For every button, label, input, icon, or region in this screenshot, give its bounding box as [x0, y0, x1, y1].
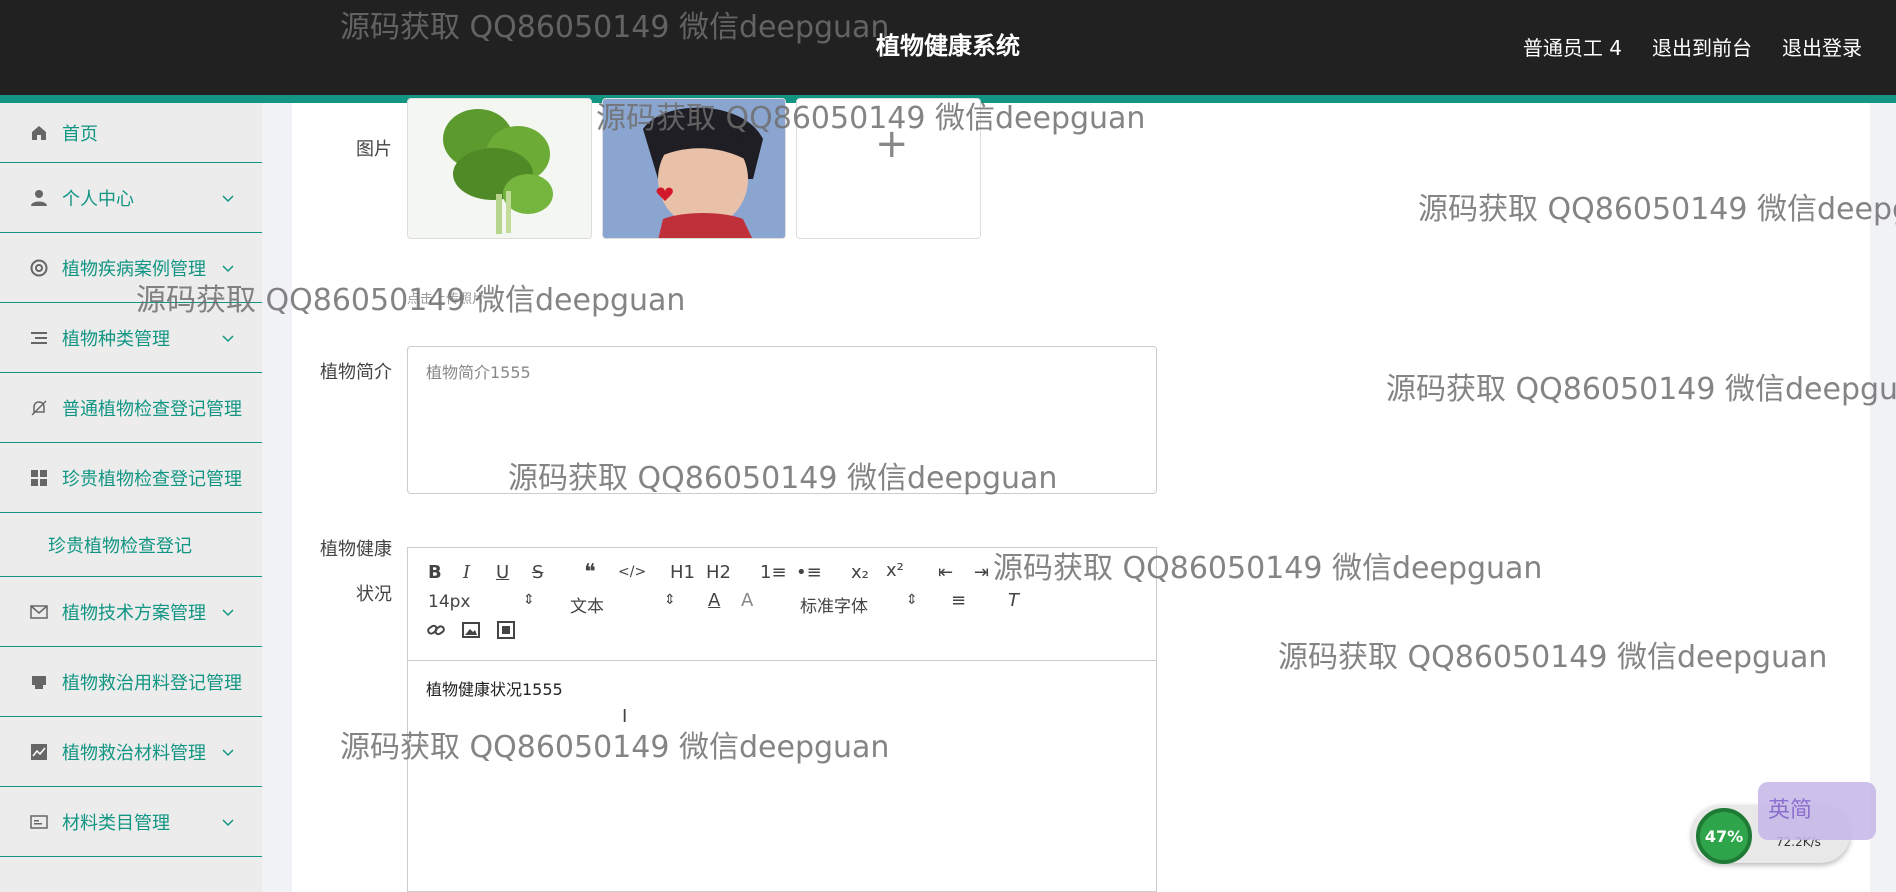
sidebar-item-home[interactable]: 首页	[0, 103, 262, 163]
h2-button[interactable]: H2	[706, 562, 731, 583]
logout-link[interactable]: 退出登录	[1782, 32, 1862, 61]
sidebar-item-label: 植物救治用料登记管理	[62, 672, 242, 694]
background-color-icon[interactable]: A	[741, 590, 753, 611]
printer-icon	[28, 671, 50, 693]
sidebar-item-tech-plan[interactable]: 植物技术方案管理	[0, 577, 262, 647]
sidebar-item-disease-cases[interactable]: 植物疾病案例管理	[0, 233, 262, 303]
sidebar-item-label: 植物种类管理	[62, 328, 170, 350]
home-icon	[28, 122, 50, 144]
font-family-select[interactable]: 标准字体	[800, 592, 868, 617]
outdent-button[interactable]: ⇤	[938, 562, 953, 583]
bullet-list-button[interactable]: •≡	[796, 562, 822, 583]
sidebar-item-label: 植物疾病案例管理	[62, 258, 206, 280]
clear-format-icon[interactable]: T	[1008, 590, 1019, 611]
indent-button[interactable]: ⇥	[974, 562, 989, 583]
top-links: 普通员工 4 退出到前台 退出登录	[1523, 32, 1862, 61]
sidebar-item-label: 首页	[62, 123, 98, 145]
sidebar-item-label: 植物救治材料管理	[62, 742, 206, 764]
memory-percent-badge[interactable]: 47%	[1696, 808, 1752, 864]
lifebuoy-icon	[28, 257, 50, 279]
video-icon[interactable]	[496, 620, 516, 645]
font-size-select[interactable]: 14px	[428, 592, 470, 612]
font-size-select-arrows-icon: ⇕	[523, 592, 535, 608]
text-type-select-arrows-icon: ⇕	[664, 592, 676, 608]
image-icon[interactable]	[461, 620, 481, 645]
chevron-down-icon	[222, 811, 234, 832]
sidebar-item-rescue-use[interactable]: 植物救治用料登记管理	[0, 647, 262, 717]
sidebar-item-material-category[interactable]: 材料类目管理	[0, 787, 262, 857]
sidebar: 首页 个人中心 植物疾病案例管理 植物种类管理 普通植物检查登记管理 珍贵植物检…	[0, 103, 262, 892]
sidebar-item-label: 植物技术方案管理	[62, 602, 206, 624]
editor-toolbar: B I U S ❝ </> H1 H2 1≡ •≡ x₂ x² ⇤ ⇥ 14px…	[408, 548, 1156, 661]
subscript-button[interactable]: x₂	[851, 562, 869, 583]
text-type-select[interactable]: 文本	[570, 592, 604, 617]
grid-icon	[28, 467, 50, 489]
sidebar-item-rare-check[interactable]: 珍贵植物检查登记管理	[0, 443, 262, 513]
italic-button[interactable]: I	[463, 562, 470, 583]
bell-off-icon	[28, 397, 50, 419]
sidebar-item-label: 个人中心	[62, 188, 134, 210]
sidebar-item-personal-center[interactable]: 个人中心	[0, 163, 262, 233]
intro-label: 植物简介	[320, 362, 392, 383]
chevron-down-icon	[222, 257, 234, 278]
sidebar-item-label: 材料类目管理	[62, 812, 170, 834]
image-label: 图片	[356, 139, 392, 160]
user-icon	[28, 187, 50, 209]
intro-textarea[interactable]: 植物简介1555	[407, 346, 1157, 494]
sidebar-item-plant-types[interactable]: 植物种类管理	[0, 303, 262, 373]
id-card-icon	[28, 811, 50, 833]
health-label-line2: 状况	[356, 584, 392, 605]
upload-hint: 点击上传照片	[407, 292, 486, 307]
h1-button[interactable]: H1	[670, 562, 695, 583]
rich-text-editor[interactable]: B I U S ❝ </> H1 H2 1≡ •≡ x₂ x² ⇤ ⇥ 14px…	[407, 547, 1157, 892]
back-to-frontend-link[interactable]: 退出到前台	[1652, 32, 1752, 61]
bold-button[interactable]: B	[428, 562, 442, 583]
mail-icon	[28, 601, 50, 623]
sidebar-subitem-rare-check[interactable]: 珍贵植物检查登记	[0, 513, 262, 577]
ime-indicator[interactable]: 英简	[1758, 782, 1876, 840]
strike-button[interactable]: S	[532, 562, 543, 583]
chart-icon	[28, 741, 50, 763]
user-name-link[interactable]: 普通员工 4	[1523, 32, 1622, 61]
sidebar-item-normal-check[interactable]: 普通植物检查登记管理	[0, 373, 262, 443]
sidebar-item-rescue-material[interactable]: 植物救治材料管理	[0, 717, 262, 787]
chevron-down-icon	[222, 327, 234, 348]
plus-icon: +	[875, 121, 909, 167]
align-icon[interactable]: ≡	[951, 590, 966, 611]
code-button[interactable]: </>	[618, 564, 646, 580]
list-icon	[28, 327, 50, 349]
chevron-down-icon	[222, 741, 234, 762]
font-color-icon[interactable]: A	[708, 590, 720, 611]
health-label-line1: 植物健康	[320, 539, 392, 560]
sidebar-item-label: 普通植物检查登记管理	[62, 398, 242, 420]
upload-add-button[interactable]: +	[796, 98, 981, 239]
ordered-list-button[interactable]: 1≡	[760, 562, 787, 583]
quote-button[interactable]: ❝	[584, 560, 596, 585]
underline-button[interactable]: U	[496, 562, 509, 583]
spinach-image	[443, 109, 553, 234]
chevron-down-icon	[222, 187, 234, 208]
editor-content[interactable]: 植物健康状况1555	[426, 676, 563, 700]
thumbnail-person[interactable]	[602, 98, 786, 239]
font-family-select-arrows-icon: ⇕	[906, 592, 918, 608]
link-icon[interactable]	[426, 620, 446, 645]
chevron-down-icon	[222, 601, 234, 622]
superscript-button[interactable]: x²	[886, 560, 904, 581]
sidebar-item-label: 珍贵植物检查登记管理	[62, 468, 242, 490]
text-cursor-icon: I	[622, 706, 628, 727]
person-photo-image	[603, 99, 785, 238]
top-bar: 植物健康系统 普通员工 4 退出到前台 退出登录	[0, 0, 1896, 95]
thumbnail-spinach[interactable]	[407, 98, 592, 239]
